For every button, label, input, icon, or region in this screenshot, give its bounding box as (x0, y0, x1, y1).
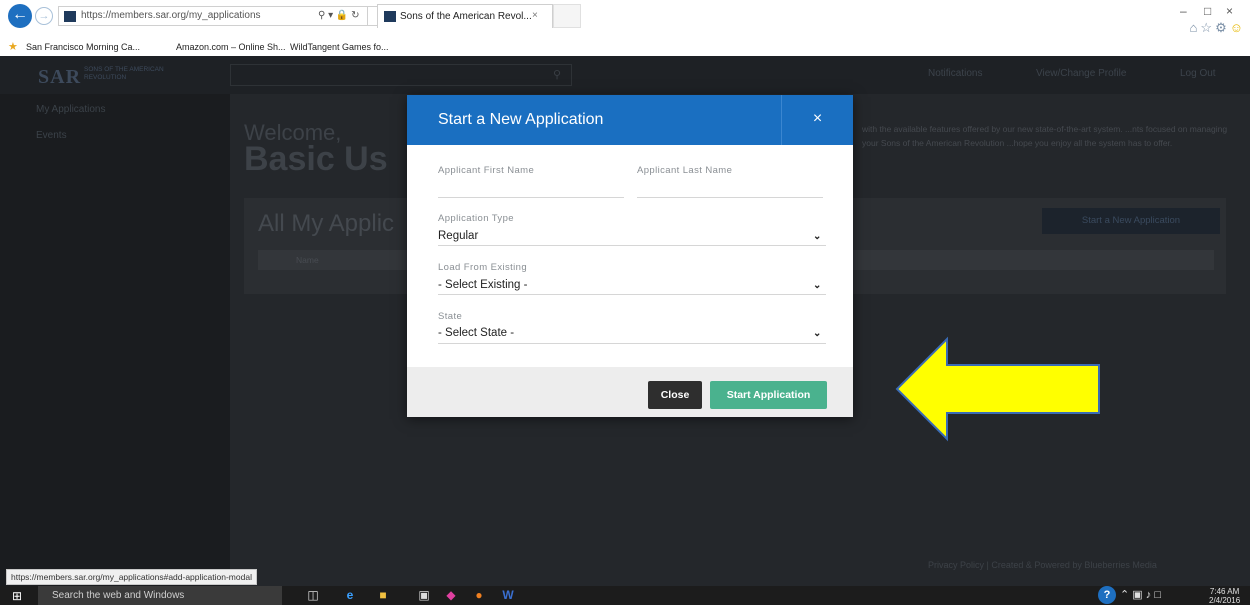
system-tray: ? ⌃ ▣ ♪ □ (1098, 586, 1161, 605)
clock-date: 2/4/2016 (1209, 596, 1241, 605)
yellow-arrow-icon (895, 336, 1100, 442)
feedback-smiley-icon[interactable]: ☺ (1230, 20, 1246, 35)
close-window-icon[interactable]: × (1226, 4, 1233, 18)
tray-chevron-icon[interactable]: ⌃ (1120, 589, 1129, 601)
applications-card-title: All My Applic (258, 210, 395, 237)
first-name-field[interactable] (438, 197, 624, 198)
sidebar-item-events[interactable]: Events (36, 130, 67, 141)
app-icon[interactable]: ● (471, 588, 487, 603)
file-explorer-icon[interactable]: ■ (375, 588, 391, 603)
sidebar: My Applications Events (0, 94, 230, 586)
chevron-down-icon[interactable]: ⌄ (813, 231, 821, 242)
intro-blurb: with the available features offered by o… (862, 124, 1228, 148)
forward-arrow-icon[interactable]: → (35, 7, 53, 25)
word-icon[interactable]: W (500, 588, 516, 603)
store-icon[interactable]: ▣ (416, 588, 432, 603)
modal-footer: Close Start Application (407, 367, 853, 417)
browser-chrome: ← → https://members.sar.org/my_applicati… (0, 0, 1250, 56)
state-label: State (438, 311, 463, 322)
state-select[interactable]: - Select State - (438, 327, 514, 339)
username-heading: Basic Us (244, 140, 388, 178)
clock[interactable]: 7:46 AM 2/4/2016 (1209, 587, 1240, 605)
new-application-modal: Start a New Application × Applicant Firs… (407, 95, 853, 417)
address-url: https://members.sar.org/my_applications (81, 10, 261, 21)
favorite-link[interactable]: WildTangent Games fo... (290, 42, 389, 52)
chevron-down-icon[interactable]: ⌄ (813, 328, 821, 339)
address-controls[interactable]: ⚲ ▾ 🔒 ↻ (312, 6, 382, 26)
load-from-existing-select[interactable]: - Select Existing - (438, 279, 527, 291)
network-icon[interactable]: ▣ (1132, 589, 1142, 601)
application-type-select[interactable]: Regular (438, 230, 478, 242)
taskbar-search-input[interactable]: Search the web and Windows (38, 586, 282, 605)
browser-toolbar-icons: ⌂☆⚙☺ (1190, 20, 1246, 36)
favorites-bar: ★ San Francisco Morning Ca... Amazon.com… (0, 40, 1250, 56)
search-icon: ⚲ (552, 69, 561, 81)
back-arrow-icon[interactable]: ← (8, 4, 32, 28)
modal-title: Start a New Application (438, 111, 604, 128)
table-column-name: Name (296, 255, 319, 265)
modal-header: Start a New Application × (407, 95, 853, 145)
internet-explorer-icon[interactable]: e (342, 588, 358, 603)
task-view-icon[interactable]: ◫ (305, 588, 321, 603)
sidebar-item-my-applications[interactable]: My Applications (36, 104, 105, 115)
profile-link[interactable]: View/Change Profile (1036, 68, 1126, 79)
first-name-label: Applicant First Name (438, 165, 535, 176)
favorite-link[interactable]: Amazon.com – Online Sh... (176, 42, 286, 52)
application-type-label: Application Type (438, 213, 514, 224)
sar-logo-subtitle: SONS OF THE AMERICAN REVOLUTION (84, 66, 164, 81)
notifications-link[interactable]: Notifications (928, 68, 982, 79)
notifications-icon[interactable]: □ (1154, 589, 1161, 601)
status-bar-url: https://members.sar.org/my_applications#… (6, 569, 257, 585)
favorites-star-icon[interactable]: ☆ (1200, 20, 1215, 35)
new-tab-button[interactable] (553, 4, 581, 28)
sar-logo[interactable]: SAR (38, 66, 81, 89)
tab-title: Sons of the American Revol... (400, 11, 532, 22)
photos-app-icon[interactable]: ◆ (443, 588, 459, 603)
start-application-button[interactable]: Start Application (710, 381, 827, 409)
start-new-application-button[interactable]: Start a New Application (1042, 208, 1220, 234)
last-name-field[interactable] (637, 197, 823, 198)
clock-time: 7:46 AM (1209, 587, 1240, 596)
chevron-down-icon[interactable]: ⌄ (813, 280, 821, 291)
close-button[interactable]: Close (648, 381, 702, 409)
logout-link[interactable]: Log Out (1180, 68, 1216, 79)
site-top-nav: SAR SONS OF THE AMERICAN REVOLUTION ⚲ No… (0, 56, 1250, 94)
windows-start-icon[interactable]: ⊞ (12, 589, 22, 603)
load-from-existing-label: Load From Existing (438, 262, 528, 273)
home-icon[interactable]: ⌂ (1190, 20, 1201, 35)
favorite-link[interactable]: San Francisco Morning Ca... (26, 42, 140, 52)
volume-icon[interactable]: ♪ (1146, 589, 1152, 601)
maximize-icon[interactable]: □ (1204, 4, 1211, 18)
tab-favicon-icon (384, 11, 396, 22)
minimize-icon[interactable]: – (1180, 4, 1187, 18)
browser-tab[interactable]: Sons of the American Revol... × (377, 4, 553, 28)
taskbar: ⊞ Search the web and Windows ◫ e ■ ▣ ◆ ●… (0, 586, 1250, 605)
site-search-input[interactable]: ⚲ (230, 64, 572, 86)
site-favicon-icon (64, 11, 76, 22)
footer-links[interactable]: Privacy Policy | Created & Powered by Bl… (928, 560, 1157, 570)
close-icon[interactable]: × (781, 95, 853, 145)
settings-gear-icon[interactable]: ⚙ (1215, 20, 1230, 35)
tab-close-icon[interactable]: × (532, 10, 538, 21)
help-icon[interactable]: ? (1098, 586, 1116, 604)
favorites-star-icon[interactable]: ★ (8, 40, 18, 53)
last-name-label: Applicant Last Name (637, 165, 733, 176)
